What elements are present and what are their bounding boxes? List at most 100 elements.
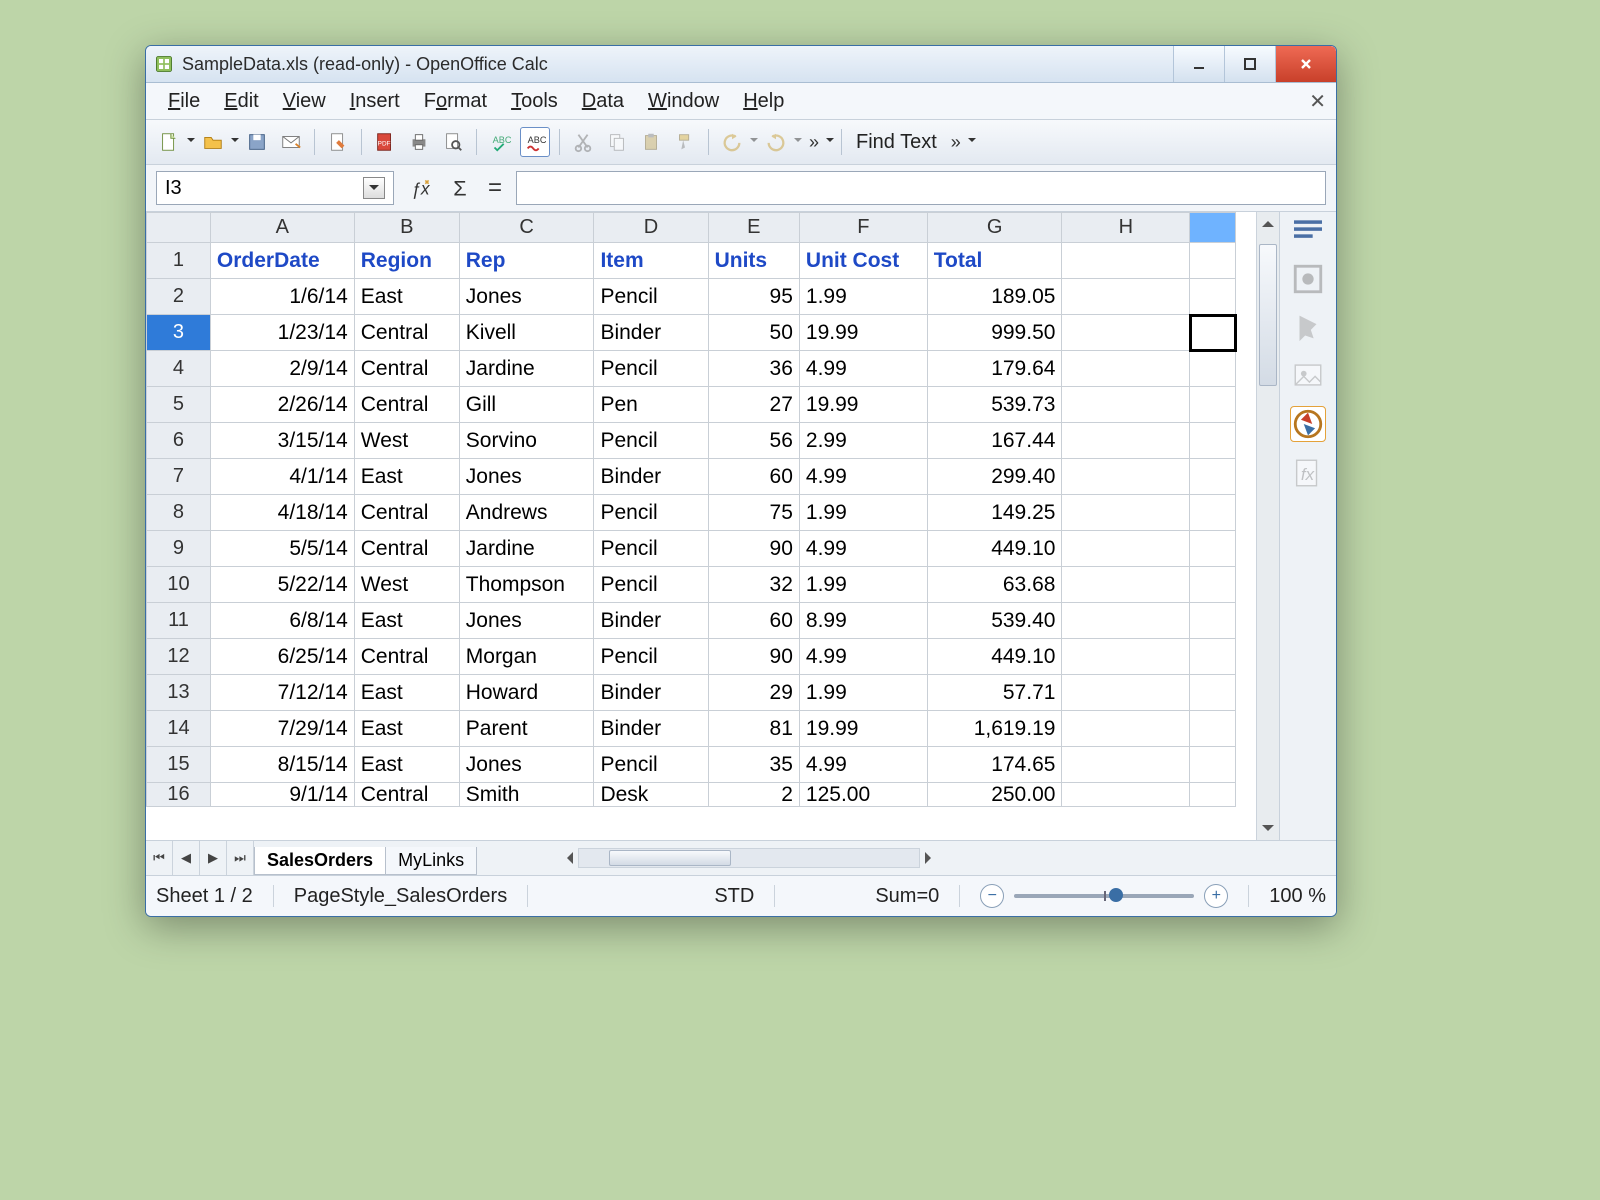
cell[interactable]: Smith xyxy=(459,783,594,807)
cell[interactable]: Sorvino xyxy=(459,423,594,459)
new-doc-icon[interactable] xyxy=(155,128,183,156)
find-text-button[interactable]: Find Text xyxy=(848,131,945,154)
menu-file[interactable]: File xyxy=(156,86,212,117)
menu-edit[interactable]: Edit xyxy=(212,86,270,117)
cell[interactable] xyxy=(1190,351,1236,387)
col-header[interactable]: E xyxy=(708,213,799,243)
auto-spellcheck-icon[interactable]: ABC xyxy=(520,127,550,157)
table-row[interactable]: 31/23/14CentralKivellBinder5019.99999.50 xyxy=(147,315,1236,351)
open-icon[interactable] xyxy=(199,128,227,156)
mail-icon[interactable] xyxy=(277,128,305,156)
cell[interactable]: Pencil xyxy=(594,423,708,459)
cell[interactable] xyxy=(1062,567,1190,603)
cell[interactable] xyxy=(1062,531,1190,567)
first-sheet-button[interactable]: ⏮ xyxy=(146,841,173,875)
cell[interactable]: 1.99 xyxy=(799,567,927,603)
col-header[interactable]: G xyxy=(927,213,1062,243)
cell[interactable]: Pencil xyxy=(594,639,708,675)
cell[interactable]: East xyxy=(354,711,459,747)
format-paintbrush-icon[interactable] xyxy=(671,128,699,156)
redo-icon[interactable] xyxy=(762,128,790,156)
next-sheet-button[interactable]: ▶ xyxy=(200,841,227,875)
col-header[interactable]: H xyxy=(1062,213,1190,243)
cell[interactable]: East xyxy=(354,279,459,315)
cell[interactable]: 50 xyxy=(708,315,799,351)
cell[interactable] xyxy=(1062,243,1190,279)
row-header[interactable]: 4 xyxy=(147,351,211,387)
cell[interactable]: 90 xyxy=(708,639,799,675)
cell[interactable]: 2/9/14 xyxy=(210,351,354,387)
cell[interactable] xyxy=(1062,279,1190,315)
find-overflow-dropdown[interactable] xyxy=(967,138,977,146)
cell[interactable]: 2/26/14 xyxy=(210,387,354,423)
zoom-out-icon[interactable]: − xyxy=(980,884,1004,908)
select-all-corner[interactable] xyxy=(147,213,211,243)
cell[interactable] xyxy=(1062,459,1190,495)
cell[interactable]: 125.00 xyxy=(799,783,927,807)
cell[interactable]: 999.50 xyxy=(927,315,1062,351)
formula-input[interactable] xyxy=(516,171,1326,205)
cell[interactable]: 2 xyxy=(708,783,799,807)
status-sum[interactable]: Sum=0 xyxy=(875,885,939,908)
cell[interactable]: Region xyxy=(354,243,459,279)
cell[interactable]: 4.99 xyxy=(799,351,927,387)
cell[interactable]: 32 xyxy=(708,567,799,603)
cell[interactable]: 90 xyxy=(708,531,799,567)
cell[interactable] xyxy=(1190,459,1236,495)
cell[interactable]: Central xyxy=(354,351,459,387)
cell[interactable]: Binder xyxy=(594,675,708,711)
table-row[interactable]: 42/9/14CentralJardinePencil364.99179.64 xyxy=(147,351,1236,387)
cell[interactable]: 4.99 xyxy=(799,459,927,495)
cell[interactable]: 6/8/14 xyxy=(210,603,354,639)
cell[interactable]: 27 xyxy=(708,387,799,423)
cell[interactable]: 19.99 xyxy=(799,387,927,423)
minimize-button[interactable] xyxy=(1173,46,1224,82)
cell[interactable]: 9/1/14 xyxy=(210,783,354,807)
cell[interactable]: 149.25 xyxy=(927,495,1062,531)
row-header[interactable]: 15 xyxy=(147,747,211,783)
cell[interactable]: Morgan xyxy=(459,639,594,675)
cell[interactable]: 5/5/14 xyxy=(210,531,354,567)
menu-data[interactable]: Data xyxy=(570,86,636,117)
cell[interactable]: Jones xyxy=(459,603,594,639)
cell[interactable]: 2.99 xyxy=(799,423,927,459)
table-row[interactable]: 147/29/14EastParentBinder8119.991,619.19 xyxy=(147,711,1236,747)
cell[interactable] xyxy=(1190,423,1236,459)
cell[interactable]: Central xyxy=(354,495,459,531)
cell[interactable]: 19.99 xyxy=(799,711,927,747)
cell[interactable] xyxy=(1062,675,1190,711)
toolbar-overflow-dropdown[interactable] xyxy=(825,138,835,146)
cell[interactable]: 449.10 xyxy=(927,531,1062,567)
cell[interactable]: 299.40 xyxy=(927,459,1062,495)
table-row[interactable]: 116/8/14EastJonesBinder608.99539.40 xyxy=(147,603,1236,639)
cell[interactable]: Central xyxy=(354,387,459,423)
cell[interactable]: 3/15/14 xyxy=(210,423,354,459)
cell[interactable]: Pencil xyxy=(594,531,708,567)
scroll-thumb[interactable] xyxy=(1259,244,1277,386)
cell[interactable]: Binder xyxy=(594,711,708,747)
new-doc-dropdown[interactable] xyxy=(186,138,196,146)
cell[interactable] xyxy=(1190,603,1236,639)
cell[interactable]: Jones xyxy=(459,747,594,783)
scroll-track[interactable] xyxy=(1257,234,1279,818)
toolbar-overflow-icon[interactable]: » xyxy=(809,132,819,153)
cell[interactable]: OrderDate xyxy=(210,243,354,279)
cell[interactable] xyxy=(1190,675,1236,711)
menu-tools[interactable]: Tools xyxy=(499,86,570,117)
maximize-button[interactable] xyxy=(1224,46,1275,82)
cell[interactable] xyxy=(1190,495,1236,531)
cell[interactable]: Pencil xyxy=(594,279,708,315)
cell[interactable] xyxy=(1190,531,1236,567)
cell[interactable]: Central xyxy=(354,315,459,351)
cell[interactable]: Pencil xyxy=(594,567,708,603)
open-dropdown[interactable] xyxy=(230,138,240,146)
cell[interactable]: Thompson xyxy=(459,567,594,603)
cell[interactable]: 1/6/14 xyxy=(210,279,354,315)
col-header[interactable]: A xyxy=(210,213,354,243)
cell[interactable] xyxy=(1062,315,1190,351)
properties-icon[interactable] xyxy=(1291,262,1325,296)
row-header[interactable]: 2 xyxy=(147,279,211,315)
cell[interactable]: 539.73 xyxy=(927,387,1062,423)
menu-insert[interactable]: Insert xyxy=(338,86,412,117)
cell[interactable]: 35 xyxy=(708,747,799,783)
